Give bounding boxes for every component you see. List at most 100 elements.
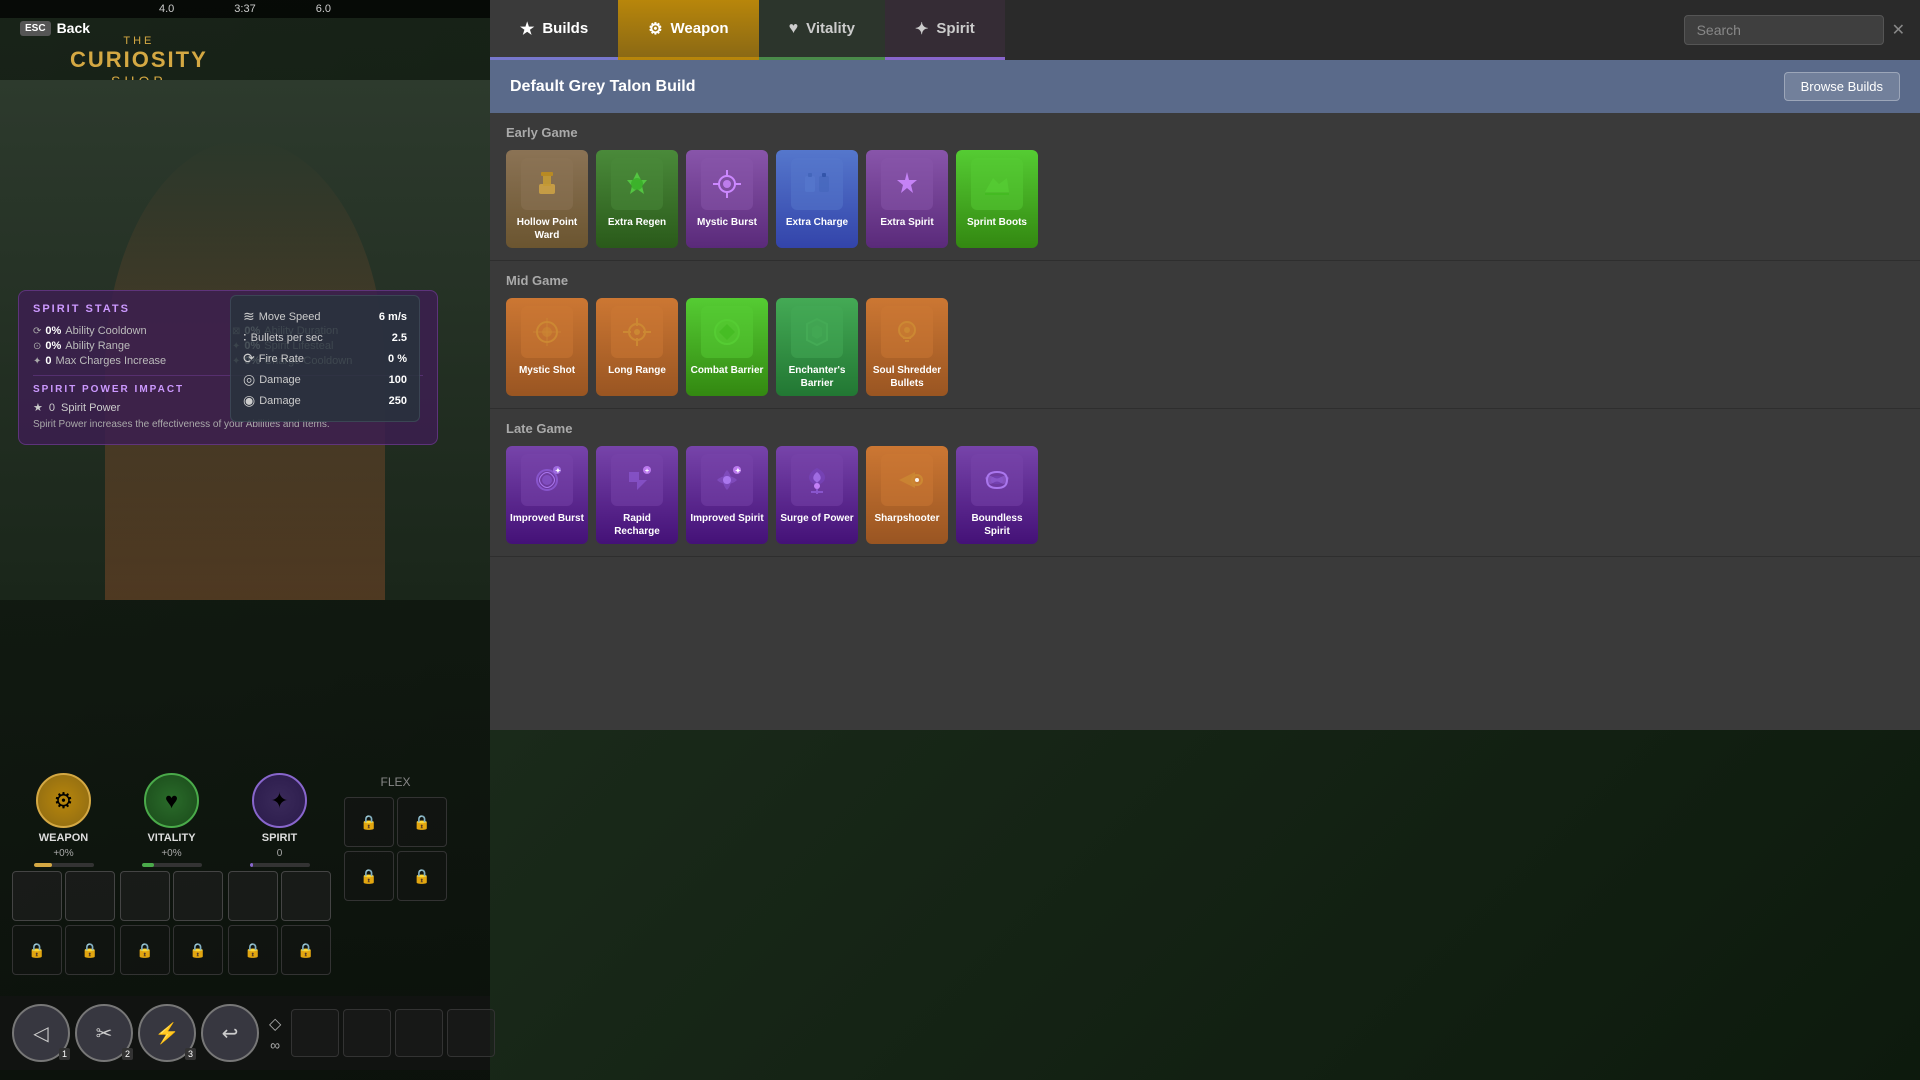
item-sharpshooter[interactable]: Sharpshooter (866, 446, 948, 544)
item-rapid-recharge[interactable]: + Rapid Recharge (596, 446, 678, 544)
early-game-section: Early Game Hollow Point Ward (490, 113, 1920, 261)
extra-spirit-label: Extra Spirit (880, 216, 933, 229)
weapon-bonus: +0% (53, 848, 73, 859)
improved-burst-icon: ✦ (521, 454, 573, 506)
item-extra-charge[interactable]: Extra Charge (776, 150, 858, 248)
weapon-slot-2[interactable] (65, 871, 115, 921)
ability-slot-3[interactable]: ⚡ 3 (138, 1004, 196, 1062)
item-hollow-point-ward[interactable]: Hollow Point Ward (506, 150, 588, 248)
flex-slot-2: 🔒 (397, 797, 447, 847)
vitality-progress-fill (142, 863, 154, 867)
vitality-slot-2[interactable] (173, 871, 223, 921)
spirit-item-slots-2: 🔒 🔒 (228, 925, 331, 975)
item-improved-spirit[interactable]: ✦ Improved Spirit (686, 446, 768, 544)
mid-game-label: Mid Game (506, 273, 1904, 288)
logo-the: THE (70, 35, 208, 47)
soul-shredder-icon (881, 306, 933, 358)
enchanters-barrier-label: Enchanter's Barrier (780, 364, 854, 390)
ability-1-icon: ◁ (33, 1021, 48, 1046)
combat-barrier-icon (701, 306, 753, 358)
extra-charge-icon (791, 158, 843, 210)
flex-slot-3: 🔒 (344, 851, 394, 901)
item-mystic-shot[interactable]: Mystic Shot (506, 298, 588, 396)
bullets-per-sec-stat: ∶ Bullets per sec 2.5 (243, 327, 407, 348)
improved-spirit-icon: ✦ (701, 454, 753, 506)
spirit-slot-2[interactable] (281, 871, 331, 921)
charges-icon: ✦ (33, 356, 41, 367)
tab-weapon[interactable]: ⚙ Weapon (618, 0, 758, 60)
item-mystic-burst[interactable]: Mystic Burst (686, 150, 768, 248)
empty-slot-3 (395, 1009, 443, 1057)
vitality-item-slots-2: 🔒 🔒 (120, 925, 223, 975)
item-improved-burst[interactable]: ✦ Improved Burst (506, 446, 588, 544)
ability-1-num: 1 (59, 1048, 70, 1060)
hollow-point-ward-icon (521, 158, 573, 210)
lock-icon-4: 🔒 (189, 942, 206, 959)
damage-1-icon: ◎ (243, 371, 255, 388)
ability-extras: ◇ ∞ (269, 1014, 281, 1053)
tab-vitality-label: Vitality (806, 20, 855, 37)
item-enchanters-barrier[interactable]: Enchanter's Barrier (776, 298, 858, 396)
item-surge-of-power[interactable]: Surge of Power (776, 446, 858, 544)
long-range-label: Long Range (608, 364, 666, 377)
empty-slot-1 (291, 1009, 339, 1057)
tab-weapon-label: Weapon (671, 20, 729, 37)
build-panel: Default Grey Talon Build Browse Builds E… (490, 60, 1920, 557)
item-boundless-spirit[interactable]: Boundless Spirit (956, 446, 1038, 544)
early-game-label: Early Game (506, 125, 1904, 140)
empty-ability-slots (291, 1009, 495, 1057)
item-combat-barrier[interactable]: Combat Barrier (686, 298, 768, 396)
stat-ability-range: ⊙ 0% Ability Range (33, 340, 224, 352)
browse-builds-button[interactable]: Browse Builds (1784, 72, 1900, 101)
extra-regen-icon (611, 158, 663, 210)
mid-game-section: Mid Game Mystic Shot (490, 261, 1920, 409)
extra-charge-label: Extra Charge (786, 216, 848, 229)
spirit-slot-4: 🔒 (281, 925, 331, 975)
improved-burst-label: Improved Burst (510, 512, 584, 525)
weapon-progress-fill (34, 863, 52, 867)
search-close-icon[interactable]: ✕ (1892, 20, 1905, 40)
search-input[interactable] (1684, 15, 1884, 45)
svg-text:+: + (645, 468, 649, 475)
spirit-slot-1[interactable] (228, 871, 278, 921)
fire-rate-stat: ⟳ Fire Rate 0 % (243, 348, 407, 369)
weapon-slot-1[interactable] (12, 871, 62, 921)
tab-spirit[interactable]: ✦ Spirit (885, 0, 1005, 60)
item-extra-regen[interactable]: Extra Regen (596, 150, 678, 248)
sprint-boots-label: Sprint Boots (967, 216, 1027, 229)
damage-2-stat: ◉ Damage 250 (243, 390, 407, 411)
spirit-icon-circle: ✦ (252, 773, 307, 828)
flex-slot-1: 🔒 (344, 797, 394, 847)
vitality-item-slots (120, 871, 223, 921)
item-soul-shredder[interactable]: Soul Shredder Bullets (866, 298, 948, 396)
stat-1: 4.0 (159, 3, 174, 15)
item-sprint-boots[interactable]: Sprint Boots (956, 150, 1038, 248)
weapon-icon-circle: ⚙ (36, 773, 91, 828)
vitality-progress (142, 863, 202, 867)
flex-slots-1: 🔒 🔒 (344, 797, 447, 847)
lock-icon-3: 🔒 (136, 942, 153, 959)
build-title: Default Grey Talon Build (510, 78, 696, 96)
top-bar: 4.0 3:37 6.0 (0, 0, 490, 18)
tab-vitality[interactable]: ♥ Vitality (759, 0, 885, 60)
lock-icon-7: 🔒 (360, 814, 377, 831)
boundless-spirit-label: Boundless Spirit (960, 512, 1034, 538)
soul-shredder-label: Soul Shredder Bullets (870, 364, 944, 390)
item-extra-spirit[interactable]: Extra Spirit (866, 150, 948, 248)
spirit-progress-fill (250, 863, 253, 867)
ability-slot-1[interactable]: ◁ 1 (12, 1004, 70, 1062)
ability-4-icon: ↩ (222, 1021, 239, 1046)
tab-builds[interactable]: ★ Builds (490, 0, 618, 60)
item-long-range[interactable]: Long Range (596, 298, 678, 396)
surge-of-power-label: Surge of Power (780, 512, 853, 525)
back-button[interactable]: ESC Back (20, 20, 90, 36)
spirit-group: ✦ SPIRIT 0 🔒 🔒 (228, 773, 331, 975)
rapid-recharge-label: Rapid Recharge (600, 512, 674, 538)
empty-slot-4 (447, 1009, 495, 1057)
build-header: Default Grey Talon Build Browse Builds (490, 60, 1920, 113)
spirit-slot-3: 🔒 (228, 925, 278, 975)
boundless-spirit-icon (971, 454, 1023, 506)
ability-slot-4[interactable]: ↩ (201, 1004, 259, 1062)
vitality-slot-1[interactable] (120, 871, 170, 921)
ability-slot-2[interactable]: ✂ 2 (75, 1004, 133, 1062)
